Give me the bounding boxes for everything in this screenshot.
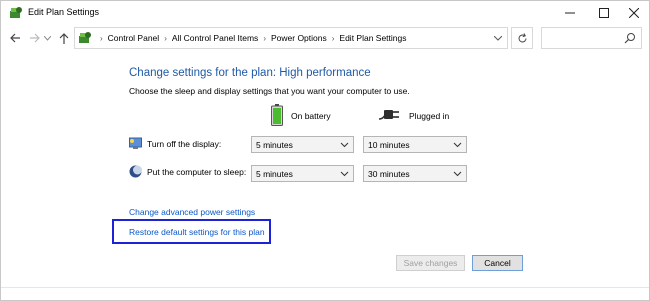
address-dropdown-button[interactable] [493,32,503,44]
battery-icon [271,104,283,128]
control-panel-icon [78,31,92,45]
advanced-power-settings-link[interactable]: Change advanced power settings [129,207,255,217]
sleep-battery-value: 5 minutes [256,168,293,179]
breadcrumb-control-panel[interactable]: Control Panel [108,33,160,43]
chevron-down-icon [453,169,462,178]
plug-icon [377,105,401,127]
refresh-icon [518,32,526,42]
recent-locations-dropdown[interactable] [42,29,52,47]
on-battery-header: On battery [271,103,331,129]
breadcrumb-all-items[interactable]: All Control Panel Items [172,33,258,43]
search-input[interactable] [541,27,642,49]
display-plugged-value: 10 minutes [368,139,410,150]
on-battery-label: On battery [291,111,331,121]
chevron-right-icon: › [100,33,103,43]
power-plan-icon [9,6,23,20]
edit-plan-settings-window: Edit Plan Settings › Control Panel › All… [0,0,650,301]
breadcrumb-edit-plan[interactable]: Edit Plan Settings [339,33,406,43]
refresh-button[interactable] [511,27,533,49]
turn-off-display-text: Turn off the display: [147,138,222,149]
chevron-down-icon [453,140,462,149]
sleep-label: Put the computer to sleep: [129,165,246,178]
sleep-text: Put the computer to sleep: [147,166,247,177]
chevron-right-icon[interactable]: › [332,34,335,43]
display-plugged-select[interactable]: 10 minutes [363,136,467,153]
breadcrumb-power-options[interactable]: Power Options [271,33,327,43]
chevron-down-icon [340,140,349,149]
breadcrumb: › Control Panel › All Control Panel Item… [95,33,407,43]
title-bar: Edit Plan Settings [1,1,649,25]
page-description: Choose the sleep and display settings th… [129,86,410,96]
sleep-battery-select[interactable]: 5 minutes [251,165,354,182]
plugged-in-label: Plugged in [409,111,450,121]
maximize-button[interactable] [587,1,621,25]
page-title: Change settings for the plan: High perfo… [129,67,371,79]
chevron-right-icon[interactable]: › [263,34,266,43]
cancel-button[interactable]: Cancel [472,255,523,271]
display-battery-value: 5 minutes [256,139,293,150]
sleep-plugged-select[interactable]: 30 minutes [363,165,467,182]
search-icon [624,32,636,44]
display-battery-select[interactable]: 5 minutes [251,136,354,153]
divider [1,287,649,288]
plugged-in-header: Plugged in [377,103,449,129]
chevron-right-icon[interactable]: › [164,34,167,43]
window-title: Edit Plan Settings [28,7,100,17]
chevron-down-icon [340,169,349,178]
restore-defaults-link[interactable]: Restore default settings for this plan [129,227,265,237]
up-button[interactable] [56,29,72,47]
forward-button[interactable] [26,29,42,47]
back-button[interactable] [7,29,23,47]
display-icon [129,137,142,150]
address-bar[interactable]: › Control Panel › All Control Panel Item… [74,27,508,49]
save-changes-button[interactable]: Save changes [396,255,465,271]
navigation-bar: › Control Panel › All Control Panel Item… [1,25,649,51]
sleep-plugged-value: 30 minutes [368,168,410,179]
close-button[interactable] [617,1,650,25]
moon-icon [129,165,142,178]
turn-off-display-label: Turn off the display: [129,137,221,150]
minimize-button[interactable] [553,1,587,25]
